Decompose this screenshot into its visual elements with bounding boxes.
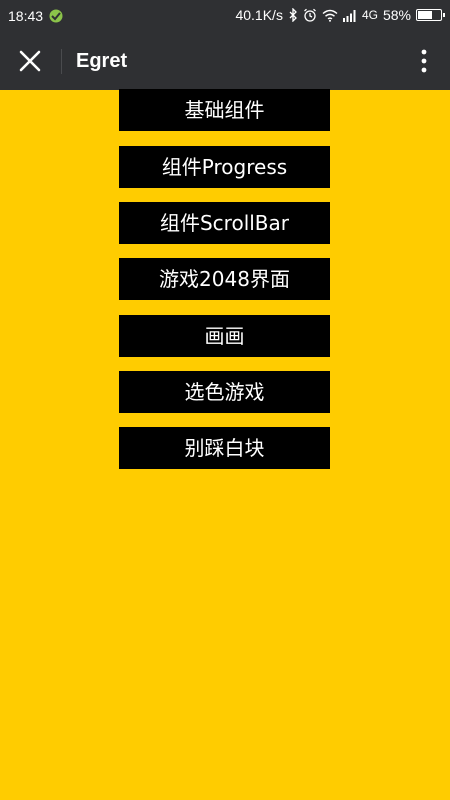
main-content: 基础组件 组件Progress 组件ScrollBar 游戏2048界面 画画 … xyxy=(0,89,450,800)
status-bar: 18:43 40.1K/s 4G 58% xyxy=(0,0,450,32)
wifi-icon xyxy=(322,9,338,22)
menu-button-game-2048[interactable]: 游戏2048界面 xyxy=(119,258,330,300)
network-type: 4G xyxy=(361,8,378,22)
battery-percent: 58% xyxy=(382,7,411,23)
title-bar: Egret xyxy=(0,32,450,90)
more-vertical-icon xyxy=(421,49,427,73)
app-notification-icon xyxy=(49,9,63,23)
menu-button-color-game[interactable]: 选色游戏 xyxy=(119,371,330,413)
menu-button-progress[interactable]: 组件Progress xyxy=(119,146,330,188)
more-options-button[interactable] xyxy=(412,44,436,78)
close-icon xyxy=(19,50,41,72)
battery-level xyxy=(418,11,432,19)
menu-button-drawing[interactable]: 画画 xyxy=(119,315,330,357)
bluetooth-icon xyxy=(288,8,298,22)
title-divider xyxy=(61,49,62,74)
menu-button-scrollbar[interactable]: 组件ScrollBar xyxy=(119,202,330,244)
network-speed: 40.1K/s xyxy=(235,7,283,23)
menu-button-basic-components[interactable]: 基础组件 xyxy=(119,89,330,131)
menu-button-dont-tap-white-tile[interactable]: 别踩白块 xyxy=(119,427,330,469)
signal-icon xyxy=(342,9,357,22)
alarm-icon xyxy=(303,8,317,22)
battery-icon xyxy=(416,9,445,21)
status-indicators: 40.1K/s 4G 58% xyxy=(235,7,445,23)
close-button[interactable] xyxy=(10,41,50,81)
page-title: Egret xyxy=(76,50,128,72)
status-time: 18:43 xyxy=(8,8,44,24)
